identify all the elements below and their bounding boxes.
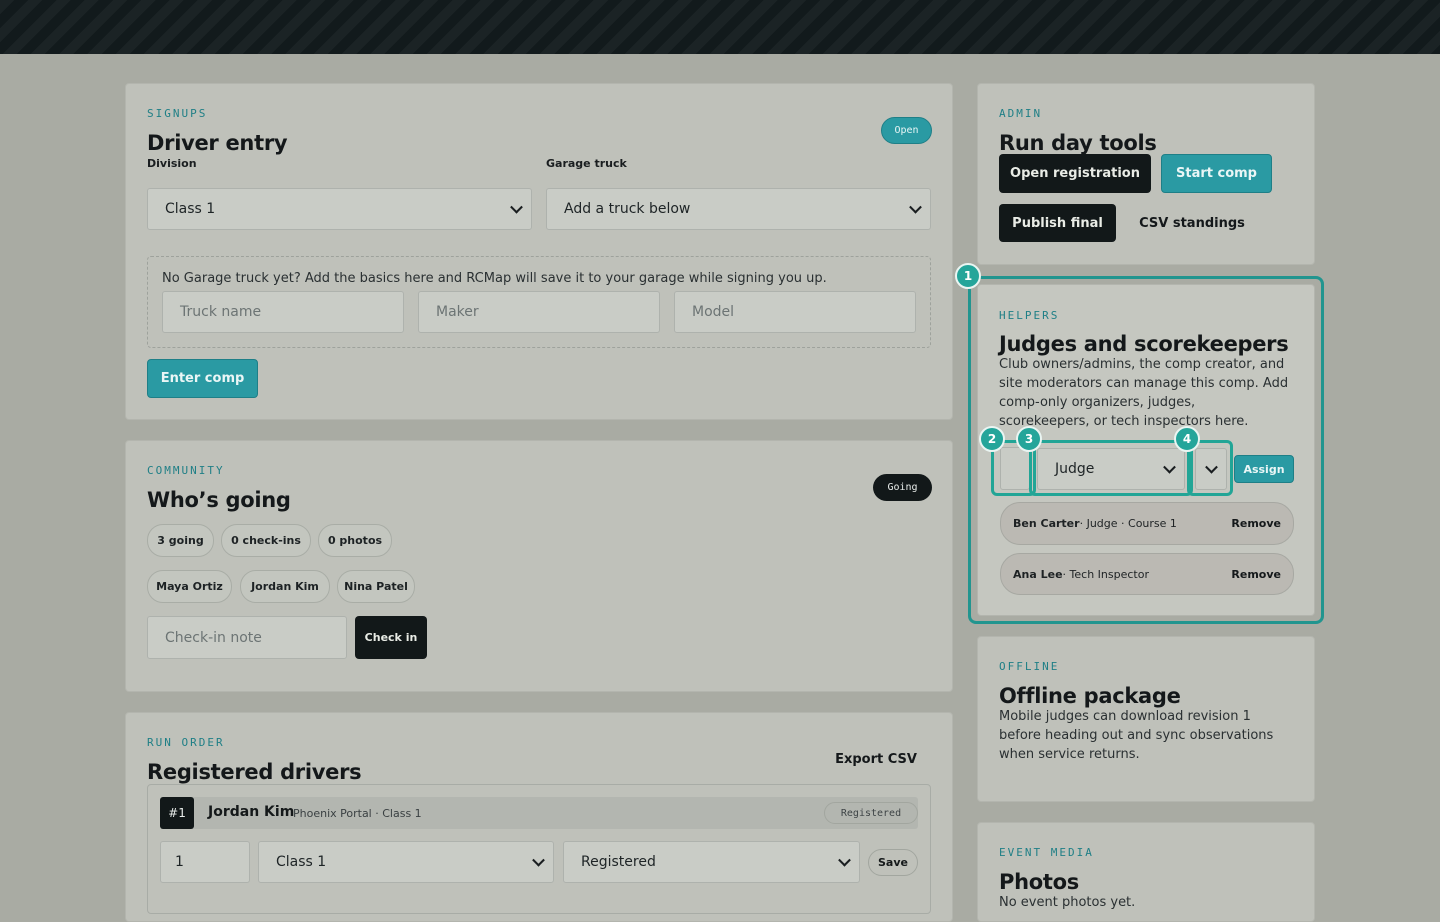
attendee-maya-ortiz[interactable]: Maya Ortiz xyxy=(147,570,232,603)
truck-name-input[interactable]: Truck name xyxy=(162,291,404,333)
driver-status-badge: Registered xyxy=(824,802,918,824)
whos-going-card: COMMUNITY Who’s going Going 3 going 0 ch… xyxy=(125,440,953,692)
offline-package-title: Offline package xyxy=(999,684,1181,708)
driver-class-select[interactable]: Class 1 xyxy=(258,841,554,883)
run-position-badge: #1 xyxy=(160,797,194,829)
signups-eyebrow: SIGNUPS xyxy=(147,107,208,120)
stat-photos: 0 photos xyxy=(318,524,392,557)
community-eyebrow: COMMUNITY xyxy=(147,464,225,477)
whos-going-title: Who’s going xyxy=(147,488,291,512)
driver-row: #1 Jordan Kim Phoenix Portal · Class 1 R… xyxy=(147,784,931,914)
chevron-down-icon xyxy=(838,853,851,867)
division-label: Division xyxy=(147,157,197,170)
garage-truck-label: Garage truck xyxy=(546,157,627,170)
driver-entry-card: SIGNUPS Driver entry Open Division Garag… xyxy=(125,83,953,420)
offline-eyebrow: OFFLINE xyxy=(999,660,1060,673)
admin-eyebrow: ADMIN xyxy=(999,107,1043,120)
photos-title: Photos xyxy=(999,870,1079,894)
registered-drivers-title: Registered drivers xyxy=(147,760,362,784)
annotation-marker-4: 4 xyxy=(1174,426,1200,452)
division-select-value: Class 1 xyxy=(165,201,216,217)
run-day-tools-card: ADMIN Run day tools Open registration St… xyxy=(977,83,1315,265)
annotation-marker-1: 1 xyxy=(955,263,981,289)
garage-truck-select-value: Add a truck below xyxy=(564,201,691,217)
attendee-nina-patel[interactable]: Nina Patel xyxy=(337,570,415,603)
new-truck-hint: No Garage truck yet? Add the basics here… xyxy=(162,271,827,286)
check-in-note-input[interactable]: Check-in note xyxy=(147,616,347,659)
top-navbar xyxy=(0,0,1440,54)
driver-name: Jordan Kim xyxy=(208,804,295,820)
driver-status-select[interactable]: Registered xyxy=(563,841,860,883)
publish-final-button[interactable]: Publish final xyxy=(999,204,1116,242)
enter-comp-button[interactable]: Enter comp xyxy=(147,359,258,398)
save-driver-button[interactable]: Save xyxy=(868,849,918,876)
open-registration-button[interactable]: Open registration xyxy=(999,154,1151,193)
driver-entry-title: Driver entry xyxy=(147,131,288,155)
offline-description: Mobile judges can download revision 1 be… xyxy=(999,709,1274,762)
annotation-marker-3: 3 xyxy=(1016,426,1042,452)
maker-input[interactable]: Maker xyxy=(418,291,660,333)
stat-going: 3 going xyxy=(147,524,214,557)
attendee-jordan-kim[interactable]: Jordan Kim xyxy=(240,570,330,603)
model-input[interactable]: Model xyxy=(674,291,916,333)
highlight-helper-role-select xyxy=(1029,440,1193,496)
chevron-down-icon xyxy=(532,853,545,867)
division-select[interactable]: Class 1 xyxy=(147,188,532,230)
registered-drivers-card: RUN ORDER Registered drivers Export CSV … xyxy=(125,712,953,922)
check-in-button[interactable]: Check in xyxy=(355,616,427,659)
signups-status-badge: Open xyxy=(881,117,932,144)
offline-package-card: OFFLINE Offline package Mobile judges ca… xyxy=(977,636,1315,802)
new-truck-panel: No Garage truck yet? Add the basics here… xyxy=(147,256,931,348)
garage-truck-select[interactable]: Add a truck below xyxy=(546,188,931,230)
going-status-badge: Going xyxy=(873,474,932,501)
media-eyebrow: EVENT MEDIA xyxy=(999,846,1094,859)
photos-empty-text: No event photos yet. xyxy=(999,895,1136,910)
driver-class-value: Class 1 xyxy=(276,854,327,870)
chevron-down-icon xyxy=(909,200,922,214)
chevron-down-icon xyxy=(510,200,523,214)
export-csv-button[interactable]: Export CSV xyxy=(826,745,926,773)
stat-check-ins: 0 check-ins xyxy=(221,524,311,557)
driver-row-header: #1 Jordan Kim Phoenix Portal · Class 1 R… xyxy=(160,797,918,829)
run-order-input[interactable]: 1 xyxy=(160,841,250,883)
run-day-tools-title: Run day tools xyxy=(999,131,1157,155)
event-photos-card: EVENT MEDIA Photos No event photos yet. xyxy=(977,822,1315,922)
driver-status-value: Registered xyxy=(581,854,656,870)
csv-standings-button[interactable]: CSV standings xyxy=(1128,204,1256,242)
annotation-marker-2: 2 xyxy=(979,426,1005,452)
run-order-eyebrow: RUN ORDER xyxy=(147,736,225,749)
start-comp-button[interactable]: Start comp xyxy=(1161,154,1272,193)
driver-meta: Phoenix Portal · Class 1 xyxy=(293,807,422,820)
